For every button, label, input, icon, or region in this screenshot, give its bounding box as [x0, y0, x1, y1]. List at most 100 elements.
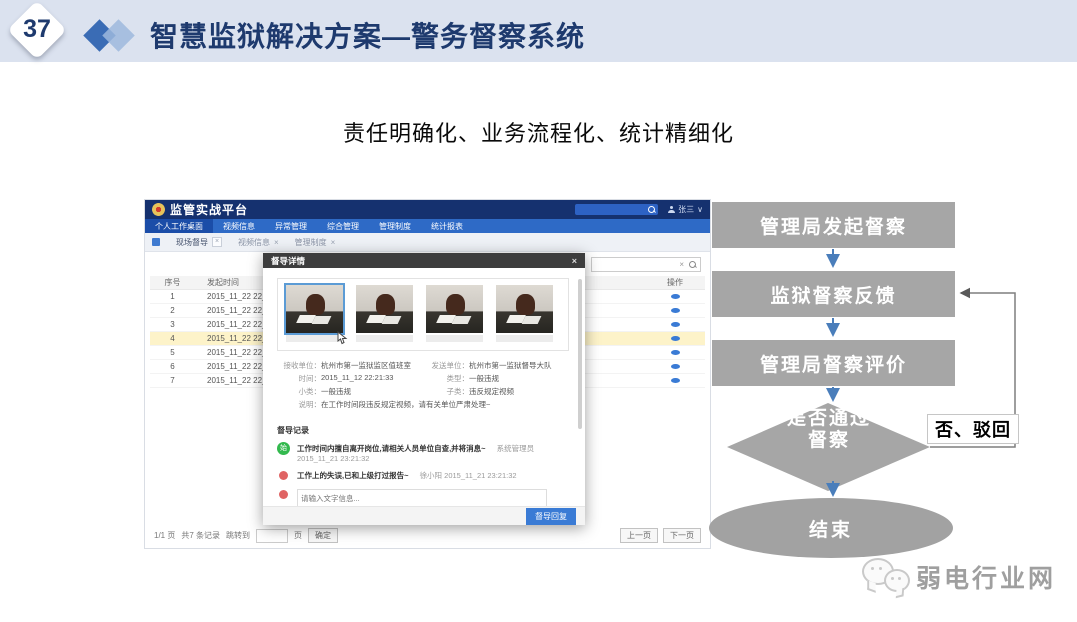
- close-icon[interactable]: ×: [212, 237, 222, 247]
- close-icon[interactable]: ×: [331, 238, 336, 247]
- flow-step-feedback: 监狱督察反馈: [712, 271, 955, 317]
- decision-line1: 是否通过: [728, 408, 930, 430]
- record-count: 共7 条记录: [181, 530, 220, 541]
- pagination-bar: 1/1 页 共7 条记录 跳转到 页 确定 上一页 下一页: [154, 528, 701, 543]
- confirm-button[interactable]: 确定: [308, 528, 338, 543]
- send-unit-label: 发送单位：: [425, 360, 469, 371]
- jump-page-input[interactable]: [256, 529, 288, 543]
- record-dot-icon: [279, 471, 288, 480]
- tab-label: 视频信息: [238, 237, 270, 248]
- supervision-detail-dialog: 督导详情 × 接收单位： 杭州市第一监狱监区值班室: [263, 253, 585, 525]
- app-nav: 个人工作桌面 视频信息 异常管理 综合管理 管理制度 统计报表: [145, 219, 710, 233]
- tab-mgmt-rules[interactable]: 管理制度 ×: [287, 237, 344, 248]
- view-eye-icon[interactable]: [671, 336, 680, 341]
- app-titlebar: 监管实战平台 张三 ∨: [145, 200, 710, 219]
- nav-item-comprehensive-mgmt[interactable]: 综合管理: [317, 219, 369, 233]
- dialog-title: 督导详情: [271, 255, 305, 267]
- cursor-hand-icon: [336, 331, 348, 345]
- app-brand: 监管实战平台: [170, 201, 248, 218]
- cell-action: [645, 292, 705, 301]
- page-unit-label: 页: [294, 530, 302, 541]
- record-item: 始 工作时间内擅自离开岗位,请相关人员单位自查,并将消息~ 系统管理员 2015…: [277, 443, 573, 463]
- snapshot-thumbnail[interactable]: [356, 285, 413, 350]
- records-heading: 督导记录: [277, 425, 573, 436]
- cell-seq: 3: [150, 320, 195, 329]
- close-icon[interactable]: ×: [274, 238, 279, 247]
- header-action: 操作: [645, 277, 705, 288]
- cctv-snapshot-image: [356, 285, 413, 333]
- table-search-input[interactable]: ×: [591, 257, 701, 272]
- view-eye-icon[interactable]: [671, 322, 680, 327]
- police-emblem-icon: [152, 203, 165, 216]
- dialog-scrollbar[interactable]: [578, 279, 582, 429]
- description-value: 在工作时间段违反规定视频，请有关单位严肃处理~: [321, 399, 490, 410]
- record-dot-icon: [279, 490, 288, 499]
- snapshot-thumbnail-selected[interactable]: [286, 285, 343, 350]
- slide-title: 智慧监狱解决方案—警务督察系统: [150, 15, 585, 55]
- cell-seq: 6: [150, 362, 195, 371]
- record-text: 工作时间内擅自离开岗位,请相关人员单位自查,并将消息~: [297, 444, 486, 453]
- diamond-accent-icon: [102, 19, 135, 52]
- cell-seq: 7: [150, 376, 195, 385]
- thumbnail-caption-bar: [426, 335, 483, 342]
- slide-header: 37 智慧监狱解决方案—警务督察系统: [0, 0, 1077, 62]
- watermark: 弱电行业网: [862, 556, 1056, 598]
- cell-action: [645, 362, 705, 371]
- reject-label: 否、驳回: [927, 414, 1019, 444]
- cell-action: [645, 376, 705, 385]
- view-eye-icon[interactable]: [671, 294, 680, 299]
- user-icon: [668, 206, 675, 213]
- start-badge-icon: 始: [277, 442, 290, 455]
- receive-unit-label: 接收单位：: [277, 360, 321, 371]
- slide-subtitle: 责任明确化、业务流程化、统计精细化: [0, 116, 1077, 148]
- cell-seq: 2: [150, 306, 195, 315]
- childcategory-value: 违反规定视频: [469, 386, 514, 397]
- snapshot-thumbnail[interactable]: [426, 285, 483, 350]
- view-eye-icon[interactable]: [671, 308, 680, 313]
- tab-label: 管理制度: [295, 237, 327, 248]
- cell-seq: 5: [150, 348, 195, 357]
- close-icon[interactable]: ×: [572, 256, 577, 266]
- search-icon[interactable]: [648, 206, 655, 213]
- tab-onsite-supervision[interactable]: 现场督导 ×: [168, 237, 230, 248]
- snapshot-gallery: [277, 278, 569, 351]
- tab-label: 现场督导: [176, 237, 208, 248]
- decision-text: 是否通过 督察: [728, 408, 930, 452]
- record-meta: 徐小阳 2015_11_21 23:21:32: [420, 471, 517, 480]
- nav-item-statistics[interactable]: 统计报表: [421, 219, 473, 233]
- user-menu[interactable]: 张三 ∨: [668, 204, 703, 215]
- cell-seq: 4: [150, 334, 195, 343]
- tab-home-icon[interactable]: [152, 238, 160, 246]
- decision-line2: 督察: [728, 430, 930, 452]
- tab-video-info[interactable]: 视频信息 ×: [230, 237, 287, 248]
- cctv-snapshot-image: [286, 285, 343, 333]
- nav-item-mgmt-rules[interactable]: 管理制度: [369, 219, 421, 233]
- nav-item-video-info[interactable]: 视频信息: [213, 219, 265, 233]
- time-label: 时间：: [277, 373, 321, 384]
- cell-seq: 1: [150, 292, 195, 301]
- thumbnail-caption-bar: [356, 335, 413, 342]
- cctv-snapshot-image: [496, 285, 553, 333]
- nav-item-personal-desktop[interactable]: 个人工作桌面: [145, 219, 213, 233]
- global-search-input[interactable]: [575, 204, 658, 215]
- thumbnail-caption-bar: [496, 335, 553, 342]
- view-eye-icon[interactable]: [671, 364, 680, 369]
- clear-icon[interactable]: ×: [679, 260, 684, 269]
- search-icon[interactable]: [689, 261, 696, 268]
- next-page-button[interactable]: 下一页: [663, 528, 701, 543]
- view-eye-icon[interactable]: [671, 378, 680, 383]
- jump-label: 跳转到: [226, 530, 250, 541]
- view-eye-icon[interactable]: [671, 350, 680, 355]
- flow-end-node: 结束: [709, 498, 953, 558]
- subcategory-value: 一般违规: [321, 386, 351, 397]
- prev-page-button[interactable]: 上一页: [620, 528, 658, 543]
- reply-button[interactable]: 督导回复: [526, 508, 576, 525]
- cell-action: [645, 320, 705, 329]
- cell-action: [645, 348, 705, 357]
- nav-item-exception-mgmt[interactable]: 异常管理: [265, 219, 317, 233]
- process-flowchart: 管理局发起督察 监狱督察反馈 管理局督察评价 是否通过 督察 否、驳回 结束: [700, 195, 1077, 570]
- time-value: 2015_11_12 22:21:33: [321, 373, 393, 384]
- type-label: 类型：: [425, 373, 469, 384]
- cell-action: [645, 306, 705, 315]
- snapshot-thumbnail[interactable]: [496, 285, 553, 350]
